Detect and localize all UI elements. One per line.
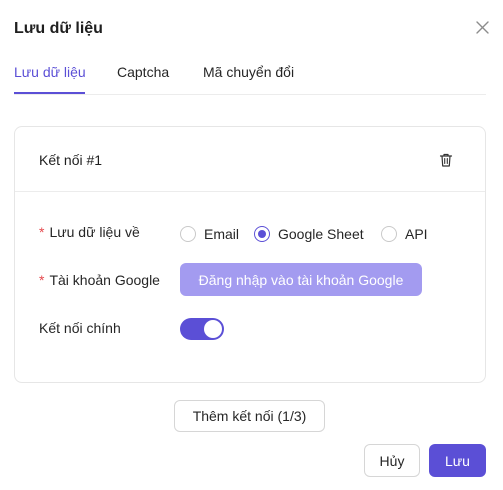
radio-api-circle[interactable] <box>381 226 397 242</box>
radio-google-sheet-circle[interactable] <box>254 226 270 242</box>
dialog-title: Lưu dữ liệu <box>14 20 103 37</box>
cancel-button[interactable]: Hủy <box>364 444 420 477</box>
close-icon <box>476 21 489 34</box>
add-connection-button[interactable]: Thêm kết nối (1/3) <box>174 400 325 432</box>
required-marker: * <box>39 272 45 288</box>
radio-email-label: Email <box>204 226 240 242</box>
tab-captcha[interactable]: Captcha <box>117 64 169 80</box>
trash-icon <box>439 153 453 167</box>
google-account-label: * Tài khoản Google <box>39 272 160 288</box>
close-button[interactable] <box>472 18 492 38</box>
toggle-knob <box>204 320 222 338</box>
delete-connection-button[interactable] <box>438 152 454 168</box>
primary-connection-label: Kết nối chính <box>39 320 121 336</box>
radio-api[interactable]: API <box>381 224 428 244</box>
tab-ma-chuyen-doi[interactable]: Mã chuyển đổi <box>203 64 294 80</box>
radio-email[interactable]: Email <box>180 224 239 244</box>
connection-title: Kết nối #1 <box>39 152 103 168</box>
save-to-label: * Lưu dữ liệu về <box>39 224 140 240</box>
google-login-button[interactable]: Đăng nhập vào tài khoản Google <box>180 263 422 296</box>
save-button[interactable]: Lưu <box>429 444 486 477</box>
connection-card-header: Kết nối #1 <box>15 127 485 192</box>
required-marker: * <box>39 224 45 240</box>
google-account-label-text: Tài khoản Google <box>49 272 160 288</box>
tab-bar: Lưu dữ liệu Captcha Mã chuyển đổi <box>14 62 486 95</box>
radio-api-label: API <box>405 226 428 242</box>
connection-card: Kết nối #1 * Lưu dữ liệu về Email Google … <box>14 126 486 383</box>
save-to-label-text: Lưu dữ liệu về <box>49 224 140 240</box>
tab-luu-du-lieu[interactable]: Lưu dữ liệu <box>14 64 86 80</box>
active-tab-indicator <box>14 92 85 94</box>
radio-google-sheet-label: Google Sheet <box>278 226 364 242</box>
primary-connection-toggle[interactable] <box>180 318 224 340</box>
radio-email-circle[interactable] <box>180 226 196 242</box>
radio-google-sheet[interactable]: Google Sheet <box>254 224 364 244</box>
